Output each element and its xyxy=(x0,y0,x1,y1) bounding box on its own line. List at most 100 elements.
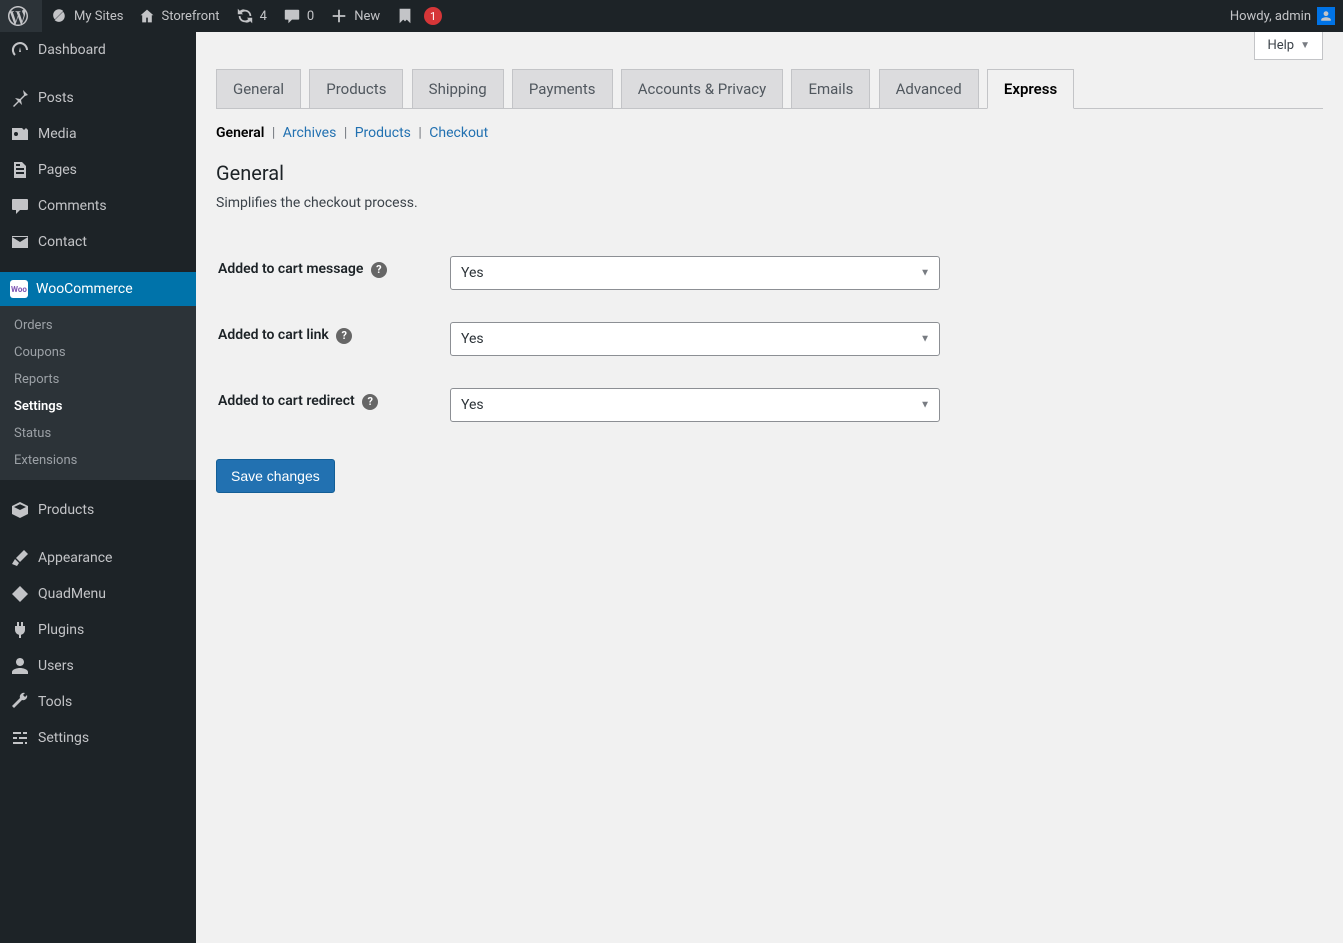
tab-emails[interactable]: Emails xyxy=(791,69,870,108)
save-button[interactable]: Save changes xyxy=(216,459,335,493)
home-icon xyxy=(139,8,155,24)
woocommerce-icon: Woo xyxy=(10,280,28,298)
menu-settings-label: Settings xyxy=(38,730,89,746)
menu-tools[interactable]: Tools xyxy=(0,684,196,720)
menu-woocommerce[interactable]: Woo WooCommerce xyxy=(0,272,196,306)
menu-pages[interactable]: Pages xyxy=(0,152,196,188)
sliders-icon xyxy=(10,728,30,748)
dashboard-icon xyxy=(10,40,30,60)
select-value: Yes xyxy=(450,256,940,290)
menu-comments-label: Comments xyxy=(38,198,107,214)
media-icon xyxy=(10,124,30,144)
help-icon[interactable]: ? xyxy=(362,394,378,410)
menu-quadmenu-label: QuadMenu xyxy=(38,586,106,602)
my-sites-label: My Sites xyxy=(74,9,123,24)
menu-media[interactable]: Media xyxy=(0,116,196,152)
menu-pages-label: Pages xyxy=(38,162,77,178)
menu-settings[interactable]: Settings xyxy=(0,720,196,756)
help-icon[interactable]: ? xyxy=(336,328,352,344)
new-link[interactable]: New xyxy=(322,0,388,32)
tab-express[interactable]: Express xyxy=(987,69,1074,109)
pages-icon xyxy=(10,160,30,180)
plus-icon xyxy=(330,7,348,25)
tab-advanced[interactable]: Advanced xyxy=(879,69,979,108)
separator: | xyxy=(418,125,421,141)
new-label: New xyxy=(354,9,380,24)
menu-users-label: Users xyxy=(38,658,74,674)
menu-contact-label: Contact xyxy=(38,234,87,250)
select-added-to-cart-message[interactable]: Yes ▼ xyxy=(450,256,940,290)
subsection-products[interactable]: Products xyxy=(355,125,411,141)
menu-products[interactable]: Products xyxy=(0,492,196,528)
pin-icon xyxy=(10,88,30,108)
yoast-icon xyxy=(396,7,414,25)
submenu-status[interactable]: Status xyxy=(0,420,196,447)
menu-posts[interactable]: Posts xyxy=(0,80,196,116)
field-label-added-to-cart-message: Added to cart message xyxy=(218,261,363,277)
site-link[interactable]: Storefront xyxy=(131,0,227,32)
menu-quadmenu[interactable]: QuadMenu xyxy=(0,576,196,612)
tab-products[interactable]: Products xyxy=(309,69,403,108)
updates-link[interactable]: 4 xyxy=(228,0,275,32)
my-sites-link[interactable]: My Sites xyxy=(42,0,131,32)
woocommerce-submenu: Orders Coupons Reports Settings Status E… xyxy=(0,306,196,480)
menu-dashboard[interactable]: Dashboard xyxy=(0,32,196,68)
section-description: Simplifies the checkout process. xyxy=(216,195,1323,211)
submenu-orders[interactable]: Orders xyxy=(0,312,196,339)
subsections: General | Archives | Products | Checkout xyxy=(216,125,1323,141)
submenu-coupons[interactable]: Coupons xyxy=(0,339,196,366)
product-icon xyxy=(10,500,30,520)
menu-products-label: Products xyxy=(38,502,94,518)
multisite-icon xyxy=(50,7,68,25)
subsection-general[interactable]: General xyxy=(216,125,264,141)
separator: | xyxy=(272,125,275,141)
howdy-label: Howdy, admin xyxy=(1230,9,1311,24)
separator: | xyxy=(344,125,347,141)
submenu-extensions[interactable]: Extensions xyxy=(0,447,196,474)
menu-woocommerce-label: WooCommerce xyxy=(36,281,133,297)
help-toggle[interactable]: Help ▼ xyxy=(1254,32,1323,60)
yoast-link[interactable]: 1 xyxy=(388,0,450,32)
comment-icon xyxy=(10,196,30,216)
tab-payments[interactable]: Payments xyxy=(512,69,613,108)
comments-count: 0 xyxy=(307,9,314,24)
settings-form: Added to cart message ? Yes ▼ Added to c… xyxy=(216,239,1323,439)
menu-media-label: Media xyxy=(38,126,77,142)
submenu-reports[interactable]: Reports xyxy=(0,366,196,393)
select-value: Yes xyxy=(450,388,940,422)
comment-icon xyxy=(283,7,301,25)
menu-plugins[interactable]: Plugins xyxy=(0,612,196,648)
user-icon xyxy=(10,656,30,676)
subsection-archives[interactable]: Archives xyxy=(283,125,337,141)
tab-general[interactable]: General xyxy=(216,69,301,108)
help-icon[interactable]: ? xyxy=(371,262,387,278)
menu-users[interactable]: Users xyxy=(0,648,196,684)
menu-appearance[interactable]: Appearance xyxy=(0,540,196,576)
comments-link[interactable]: 0 xyxy=(275,0,322,32)
menu-plugins-label: Plugins xyxy=(38,622,84,638)
menu-dashboard-label: Dashboard xyxy=(38,42,106,58)
menu-comments[interactable]: Comments xyxy=(0,188,196,224)
menu-appearance-label: Appearance xyxy=(38,550,112,566)
wordpress-icon xyxy=(8,6,28,26)
plug-icon xyxy=(10,620,30,640)
account-link[interactable]: Howdy, admin xyxy=(1222,0,1343,32)
diamond-icon xyxy=(10,584,30,604)
select-added-to-cart-redirect[interactable]: Yes ▼ xyxy=(450,388,940,422)
settings-tabs: General Products Shipping Payments Accou… xyxy=(216,42,1323,109)
chevron-down-icon: ▼ xyxy=(1300,40,1310,51)
menu-contact[interactable]: Contact xyxy=(0,224,196,260)
site-name-label: Storefront xyxy=(161,9,219,24)
tab-shipping[interactable]: Shipping xyxy=(412,69,504,108)
subsection-checkout[interactable]: Checkout xyxy=(429,125,488,141)
tab-accounts-privacy[interactable]: Accounts & Privacy xyxy=(621,69,783,108)
select-value: Yes xyxy=(450,322,940,356)
select-added-to-cart-link[interactable]: Yes ▼ xyxy=(450,322,940,356)
submenu-settings[interactable]: Settings xyxy=(0,393,196,420)
field-label-added-to-cart-link: Added to cart link xyxy=(218,327,329,343)
section-title: General xyxy=(216,161,1323,185)
admin-toolbar: My Sites Storefront 4 0 New 1 Howdy, adm… xyxy=(0,0,1343,32)
wp-logo[interactable] xyxy=(0,0,42,32)
yoast-count: 1 xyxy=(424,7,442,25)
main-content-area: Help ▼ General Products Shipping Payment… xyxy=(196,32,1343,533)
